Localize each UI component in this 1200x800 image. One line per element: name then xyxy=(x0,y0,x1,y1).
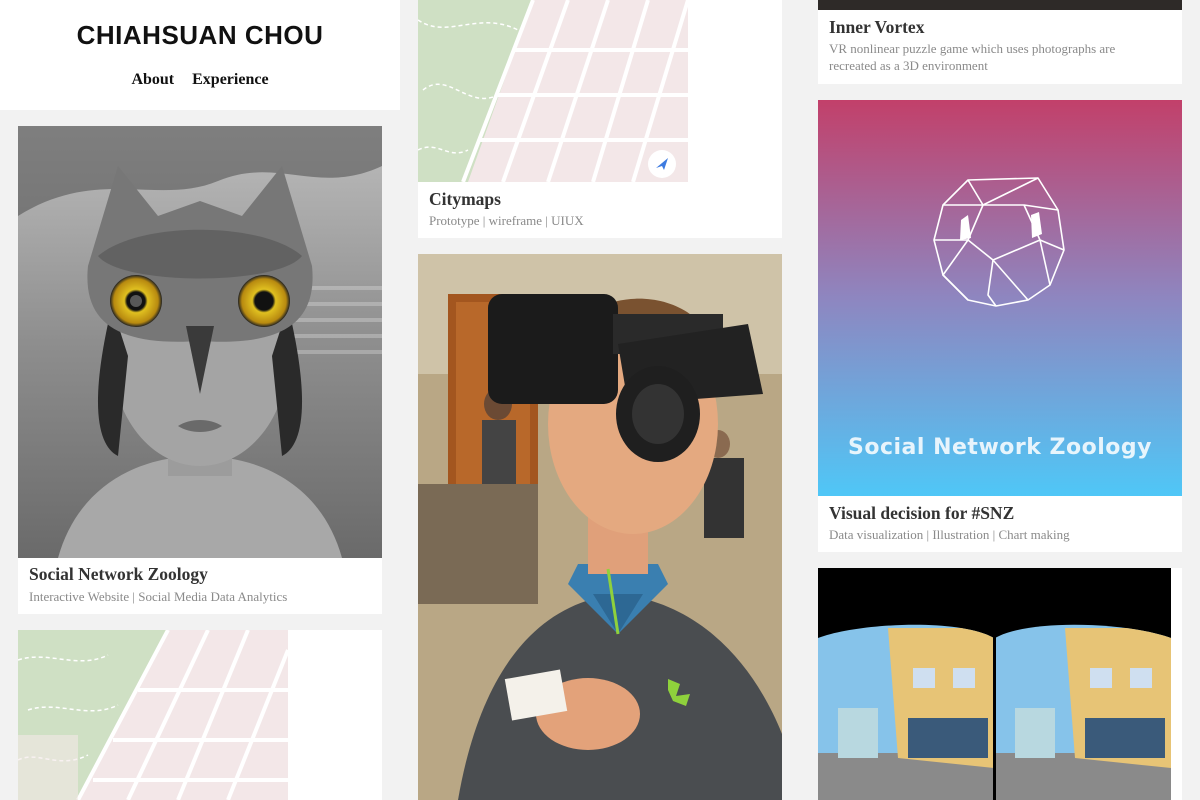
card-subtitle-line-1: VR nonlinear puzzle game which uses phot… xyxy=(829,41,1116,56)
snz-gradient-artwork: Social Network Zoology xyxy=(818,100,1182,496)
vr-street-split-image xyxy=(818,568,1171,800)
vr-headset-photo xyxy=(418,254,782,800)
card-subtitle: Prototype | wireframe | UIUX xyxy=(429,213,584,228)
main-nav: About Experience xyxy=(0,71,400,89)
card-subtitle-line-2: recreated as a 3D environment xyxy=(829,58,988,73)
card-title[interactable]: Inner Vortex xyxy=(829,17,924,38)
project-card-social-network-zoology[interactable]: Social Network Zoology Interactive Websi… xyxy=(18,126,382,614)
nav-experience-link[interactable]: Experience xyxy=(192,71,268,88)
snz-artwork-text: Social Network Zoology xyxy=(848,435,1152,460)
citymaps-map-image xyxy=(418,0,688,182)
inner-vortex-image-strip xyxy=(818,0,1182,10)
project-card-inner-vortex[interactable]: Inner Vortex VR nonlinear puzzle game wh… xyxy=(818,0,1182,84)
project-card-citymaps[interactable]: Citymaps Prototype | wireframe | UIUX xyxy=(418,0,782,238)
map-preview-image xyxy=(18,630,288,800)
project-card-visual-decision-snz[interactable]: Social Network Zoology Visual decision f… xyxy=(818,100,1182,552)
card-title[interactable]: Citymaps xyxy=(429,189,501,210)
nav-about-link[interactable]: About xyxy=(131,71,174,88)
card-subtitle: Data visualization | Illustration | Char… xyxy=(829,527,1070,542)
project-card-vr-street[interactable] xyxy=(818,568,1182,800)
project-card-map-preview[interactable] xyxy=(18,630,382,800)
card-subtitle: Interactive Website | Social Media Data … xyxy=(29,589,288,604)
site-header: CHIAHSUAN CHOU About Experience xyxy=(0,0,400,110)
project-card-vr-headset[interactable] xyxy=(418,254,782,800)
card-title[interactable]: Visual decision for #SNZ xyxy=(829,503,1014,524)
owl-portrait-image xyxy=(18,126,382,558)
card-title[interactable]: Social Network Zoology xyxy=(29,564,208,585)
site-title[interactable]: CHIAHSUAN CHOU xyxy=(0,20,400,51)
